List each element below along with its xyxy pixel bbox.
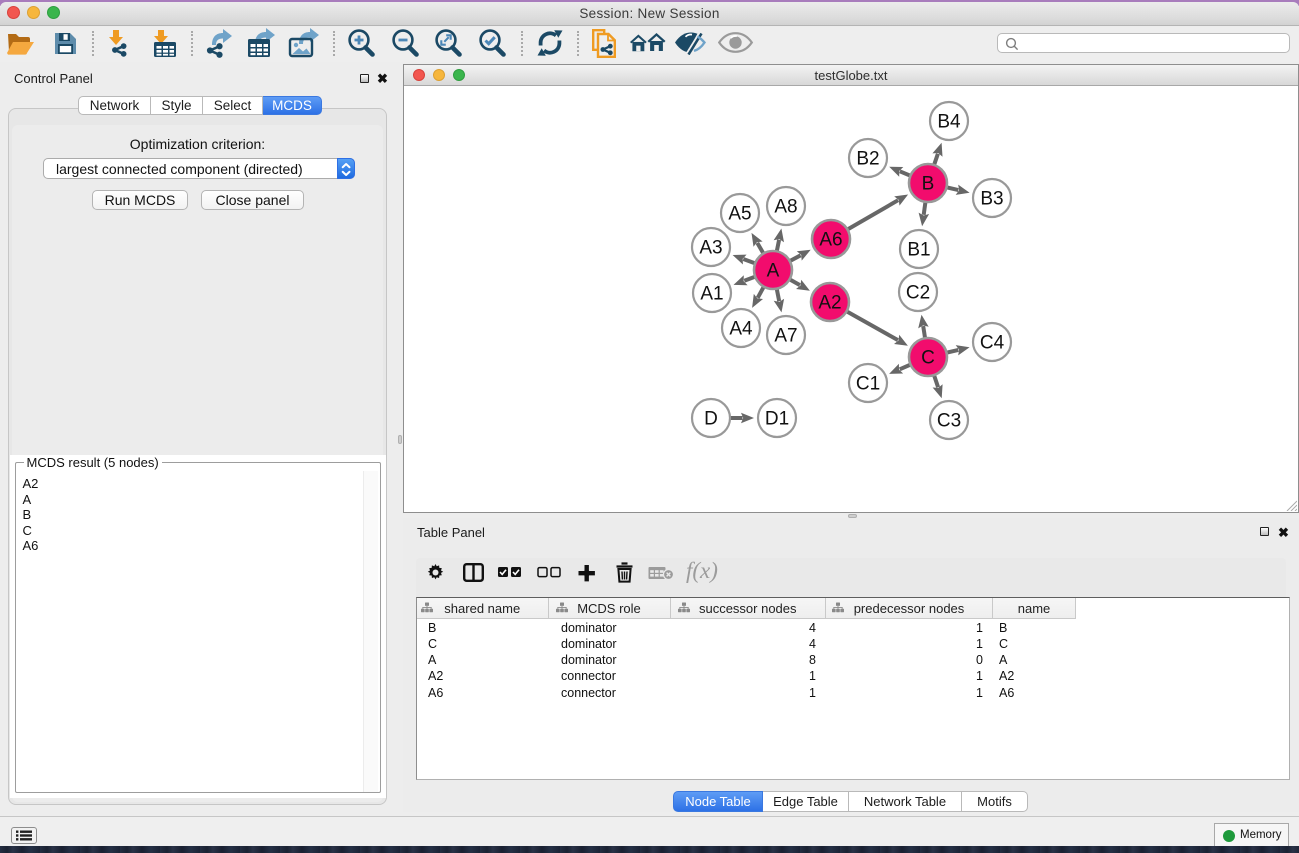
- svg-text:B3: B3: [980, 189, 1003, 210]
- svg-text:C3: C3: [937, 411, 961, 432]
- svg-text:A7: A7: [774, 326, 797, 347]
- svg-text:A4: A4: [729, 319, 753, 340]
- svg-text:A3: A3: [699, 238, 722, 259]
- svg-text:B: B: [922, 174, 935, 195]
- svg-text:B4: B4: [937, 112, 961, 133]
- svg-text:A8: A8: [774, 197, 797, 218]
- svg-text:D: D: [704, 409, 718, 430]
- svg-text:A5: A5: [728, 204, 751, 225]
- svg-text:C4: C4: [980, 333, 1005, 354]
- svg-text:B2: B2: [856, 149, 879, 170]
- svg-text:C2: C2: [906, 283, 930, 304]
- svg-text:A1: A1: [700, 284, 723, 305]
- svg-text:A2: A2: [818, 293, 841, 314]
- svg-text:D1: D1: [765, 409, 789, 430]
- svg-text:A: A: [767, 261, 780, 282]
- svg-text:A6: A6: [819, 230, 842, 251]
- svg-text:C1: C1: [856, 374, 880, 395]
- svg-text:C: C: [921, 348, 935, 369]
- svg-text:B1: B1: [907, 240, 930, 261]
